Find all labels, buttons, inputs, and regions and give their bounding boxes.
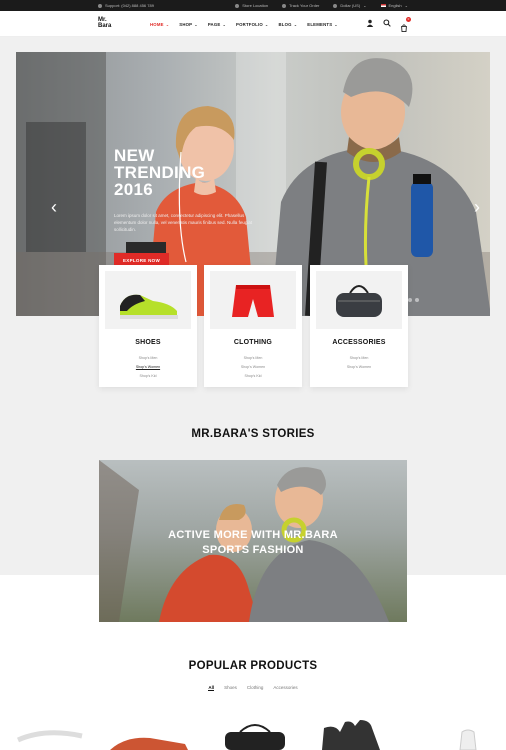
category-link[interactable]: Shop's Women bbox=[99, 363, 197, 372]
category-card-accessories[interactable]: ACCESSORIES Shop's Men Shop's Women bbox=[310, 265, 408, 387]
product-thumbnails-row bbox=[16, 720, 477, 750]
top-bar: Support: (042) 888 456 789 Store Locatio… bbox=[0, 0, 506, 11]
currency-select[interactable]: Dollar (US) ⌄ bbox=[333, 3, 367, 8]
chevron-left-icon[interactable]: ‹ bbox=[51, 197, 57, 218]
slider-dot[interactable] bbox=[415, 298, 419, 302]
story-banner[interactable]: ACTIVE MORE WITH MR.BARA SPORTS FASHION bbox=[99, 460, 407, 622]
chevron-down-icon: ⌄ bbox=[293, 21, 298, 27]
chevron-down-icon: ⌄ bbox=[194, 21, 198, 27]
category-link[interactable]: Shop's Women bbox=[310, 363, 408, 372]
tab-all[interactable]: All bbox=[208, 685, 215, 691]
nav-item-elements[interactable]: ELEMENTS ⌄ bbox=[307, 22, 338, 27]
story-banner-text: ACTIVE MORE WITH MR.BARA SPORTS FASHION bbox=[168, 529, 338, 556]
chevron-down-icon: ⌄ bbox=[363, 3, 367, 8]
tab-accessories[interactable]: Accessories bbox=[273, 685, 297, 691]
category-title: SHOES bbox=[135, 339, 161, 346]
flag-icon bbox=[380, 4, 386, 7]
product-bag-image bbox=[225, 732, 285, 750]
nav-item-home[interactable]: HOME ⌄ bbox=[150, 22, 169, 27]
category-link[interactable]: Shop's Women bbox=[204, 363, 302, 372]
stories-heading: MR.BARA'S STORIES bbox=[191, 428, 315, 440]
nav-item-page[interactable]: PAGE ⌄ bbox=[208, 22, 226, 27]
category-image bbox=[316, 271, 402, 329]
chevron-right-icon[interactable]: › bbox=[474, 197, 480, 218]
dollar-icon bbox=[333, 3, 338, 8]
store-location-link[interactable]: Store Location bbox=[235, 3, 268, 8]
shopping-bag-icon bbox=[401, 24, 407, 33]
truck-icon bbox=[282, 3, 287, 8]
product-gloves-image bbox=[322, 720, 380, 750]
nav-item-portfolio[interactable]: PORTFOLIO ⌄ bbox=[236, 22, 268, 27]
duffel-bag-image bbox=[336, 285, 382, 317]
category-image bbox=[210, 271, 296, 329]
chevron-down-icon: ⌄ bbox=[404, 3, 408, 8]
chevron-down-icon: ⌄ bbox=[334, 21, 338, 27]
track-order-link[interactable]: Track Your Order bbox=[282, 3, 319, 8]
shorts-image bbox=[232, 285, 274, 317]
product-bottle-image bbox=[459, 729, 477, 750]
category-link[interactable]: Shop's Kid bbox=[99, 372, 197, 381]
category-card-shoes[interactable]: SHOES Shop's Men Shop's Women Shop's Kid bbox=[99, 265, 197, 387]
hero-description: Lorem ipsum dolor sit amet, consectetur … bbox=[114, 213, 253, 232]
main-header: Mr. Bara HOME ⌄ SHOP ⌄ PAGE ⌄ PORTFOLIO ⌄ BL… bbox=[0, 11, 506, 37]
product-bag-handle bbox=[239, 724, 271, 733]
category-title: ACCESSORIES bbox=[332, 339, 386, 346]
tab-clothing[interactable]: Clothing bbox=[247, 685, 264, 691]
category-link[interactable]: Shop's Men bbox=[204, 354, 302, 363]
shoe-image bbox=[120, 294, 178, 319]
product-headband-image bbox=[16, 730, 83, 743]
category-link[interactable]: Shop's Kid bbox=[204, 372, 302, 381]
site-logo[interactable]: Mr. Bara bbox=[98, 17, 111, 29]
popular-products-heading: POPULAR PRODUCTS bbox=[188, 660, 318, 672]
tab-shoes[interactable]: Shoes bbox=[224, 685, 237, 691]
support-phone: Support: (042) 888 456 789 bbox=[105, 3, 154, 8]
category-card-clothing[interactable]: CLOTHING Shop's Men Shop's Women Shop's … bbox=[204, 265, 302, 387]
product-shoe-image bbox=[110, 737, 188, 750]
chevron-down-icon: ⌄ bbox=[165, 21, 170, 27]
slider-dot[interactable] bbox=[408, 298, 412, 302]
language-select[interactable]: English ⌄ bbox=[380, 3, 408, 8]
category-link[interactable]: Shop's Men bbox=[310, 354, 408, 363]
search-icon[interactable] bbox=[383, 19, 391, 27]
nav-item-shop[interactable]: SHOP ⌄ bbox=[179, 22, 198, 27]
cart-button[interactable]: 0 bbox=[400, 17, 411, 33]
category-title: CLOTHING bbox=[233, 339, 273, 346]
cart-count-badge: 0 bbox=[406, 17, 411, 22]
chevron-down-icon: ⌄ bbox=[264, 21, 269, 27]
nav-item-blog[interactable]: BLOG ⌄ bbox=[278, 22, 297, 27]
phone-icon bbox=[98, 3, 102, 8]
main-nav: HOME ⌄ SHOP ⌄ PAGE ⌄ PORTFOLIO ⌄ BLOG ⌄ ELEME… bbox=[150, 11, 338, 37]
category-image bbox=[105, 271, 191, 329]
hero-title: NEW TRENDING 2016 bbox=[114, 146, 206, 199]
category-link[interactable]: Shop's Men bbox=[99, 354, 197, 363]
chevron-down-icon: ⌄ bbox=[222, 21, 227, 27]
product-filter-tabs: All Shoes Clothing Accessories bbox=[0, 685, 506, 691]
building-window bbox=[26, 122, 86, 252]
location-icon bbox=[235, 3, 240, 8]
user-icon[interactable] bbox=[366, 19, 374, 27]
